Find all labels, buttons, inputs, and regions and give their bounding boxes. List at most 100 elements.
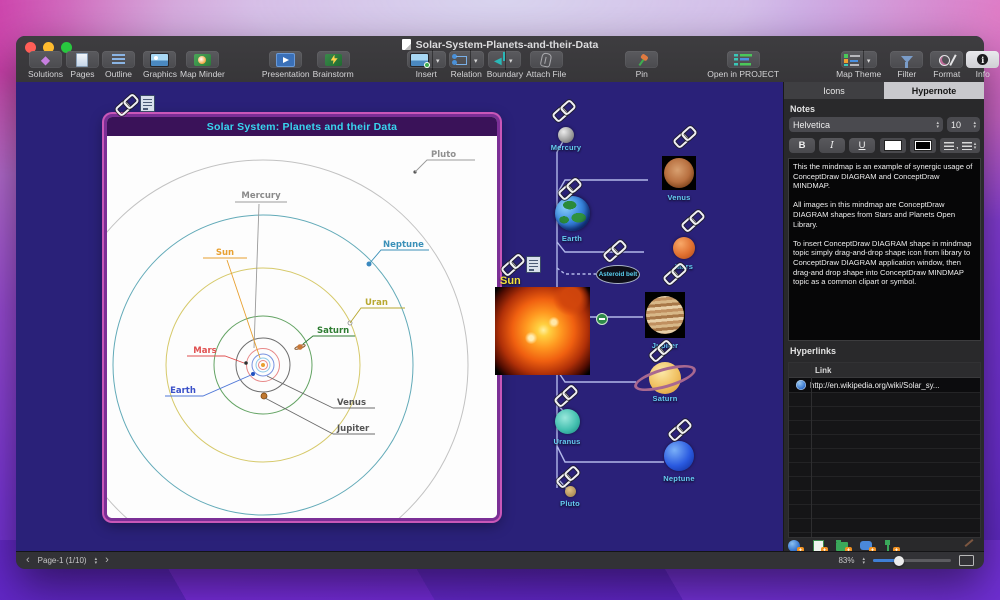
solutions-icon [41,51,50,69]
orbit-label-mercury: Mercury [241,191,281,201]
empty-row [789,533,980,537]
mindmap-root-sun[interactable] [495,287,590,375]
mindmap-topic-neptune[interactable] [664,441,694,471]
toolbar-button-attach-file[interactable]: Attach File [526,51,566,79]
mindmap-topic-jupiter[interactable] [645,292,685,338]
mindmap-topic-mars[interactable] [673,237,695,259]
bold-button[interactable]: B [789,138,815,153]
toolbar-button-insert[interactable]: Insert [406,49,446,79]
panel-tabs: Icons Hypernote [784,82,984,99]
underline-button[interactable]: U [849,138,875,153]
window-header: Solar-System-Planets-and-their-Data Solu… [16,36,1000,83]
embedded-diagram-frame[interactable]: Solar System: Planets and their Data Plu… [104,114,500,521]
mindmap-topic-venus[interactable] [662,156,696,190]
empty-row [789,435,980,449]
toolbar-button-filter[interactable]: Filter [890,51,924,79]
mindmap-topic-earth[interactable] [555,196,590,231]
topic-label-uranus: Uranus [553,437,581,446]
toolbar-button-info[interactable]: Info [966,51,1000,79]
hyperlink-chain-icon[interactable] [551,98,577,124]
empty-row [789,393,980,407]
hyperlink-chain-icon[interactable] [672,124,698,150]
chevron-down-icon [862,49,874,70]
toolbar-button-map-minder[interactable]: Map Minder [180,51,225,79]
orbit-label-sun: Sun [216,248,234,258]
zoom-slider-handle[interactable] [894,555,904,566]
mindmap-topic-pluto[interactable] [565,486,576,497]
toolbar-button-brainstorm[interactable]: Brainstorm [313,51,354,79]
hyperlink-chain-icon[interactable] [114,92,140,118]
root-label-sun: Sun [500,275,521,287]
map-theme-icon [843,53,860,66]
toolbar-button-open-in-project[interactable]: Open in PROJECT [707,51,779,79]
hyperlinks-table[interactable]: Link http://en.wikipedia.org/wiki/Solar_… [788,362,981,538]
hyperlink-chain-icon[interactable] [648,338,674,364]
chevron-down-icon [504,49,516,70]
window-title: Solar-System-Planets-and-their-Data [16,39,984,51]
mindmap-canvas[interactable]: Solar System: Planets and their Data Plu… [16,82,783,551]
chevron-down-icon [469,49,481,70]
hyperlink-chain-icon[interactable] [602,238,628,264]
hyperlink-chain-icon[interactable] [557,176,583,202]
toolbar-button-pin[interactable]: Pin [625,51,659,79]
diagram-title: Solar System: Planets and their Data [107,117,497,136]
mindmap-topic-saturn[interactable] [631,358,699,398]
edit-pencil-icon[interactable] [964,539,974,547]
hyperlink-chain-icon[interactable] [555,464,581,490]
tab-hypernote[interactable]: Hypernote [884,82,984,99]
notes-label: Notes [790,104,816,114]
background-color-swatch[interactable] [910,138,936,153]
filter-funnel-icon [900,56,913,68]
hyperlink-chain-icon[interactable] [500,252,526,278]
toolbar-button-solutions[interactable]: Solutions [28,51,63,79]
toolbar-button-presentation[interactable]: Presentation [262,51,310,79]
next-page-button[interactable]: › [105,553,109,568]
collapse-button[interactable] [596,313,608,325]
alignment-button[interactable] [958,138,980,153]
notes-textarea[interactable]: This the mindmap is an example of synerg… [788,158,981,341]
text-color-swatch[interactable] [880,138,906,153]
toolbar-button-graphics[interactable]: Graphics [143,51,177,79]
hyperlinks-label: Hyperlinks [790,346,837,356]
tab-icons[interactable]: Icons [784,82,884,99]
pages-icon [76,52,89,67]
toolbar-button-pages[interactable]: Pages [65,51,99,79]
italic-button[interactable]: I [819,138,845,153]
font-family-select[interactable]: Helvetica [789,117,943,132]
zoom-level: 83% [838,556,855,565]
hyperlink-row[interactable]: http://en.wikipedia.org/wiki/Solar_sy... [789,378,980,393]
hyperlink-chain-icon[interactable] [680,208,706,234]
note-icon[interactable] [140,95,155,112]
topic-label-saturn: Saturn [652,394,678,403]
info-panel: Icons Hypernote Notes Helvetica 10 B I U… [783,82,984,554]
relation-icon [451,54,467,65]
font-size-select[interactable]: 10 [947,117,980,132]
empty-row [789,505,980,519]
graphics-icon [150,52,170,67]
map-minder-icon [193,53,211,66]
zoom-slider[interactable] [873,555,951,566]
toolbar-button-relation[interactable]: Relation [448,49,484,79]
hyperlink-chain-icon[interactable] [662,261,688,287]
globe-icon [796,380,806,390]
empty-row [789,477,980,491]
fit-screen-icon[interactable] [959,555,974,566]
hyperlink-chain-icon[interactable] [667,417,693,443]
toolbar-button-outline[interactable]: Outline [101,51,135,79]
insert-icon [409,52,430,68]
hyperlink-chain-icon[interactable] [553,383,579,409]
pin-icon [633,51,651,69]
toolbar-button-map-theme[interactable]: Map Theme [836,49,881,79]
previous-page-button[interactable]: ‹ [26,553,30,568]
empty-row [789,519,980,533]
chevron-down-icon [431,49,443,70]
toolbar-button-format[interactable]: Format [930,51,964,79]
toolbar-button-boundary[interactable]: Boundary [487,49,523,79]
page-stepper[interactable] [95,557,98,565]
note-icon[interactable] [526,256,541,273]
mindmap-topic-mercury[interactable] [558,127,574,143]
mindmap-topic-uranus[interactable] [555,409,580,434]
mindmap-topic-asteroid-belt[interactable]: Asteroid belt [596,265,640,284]
boundary-icon [494,51,505,69]
zoom-stepper[interactable] [862,557,865,565]
